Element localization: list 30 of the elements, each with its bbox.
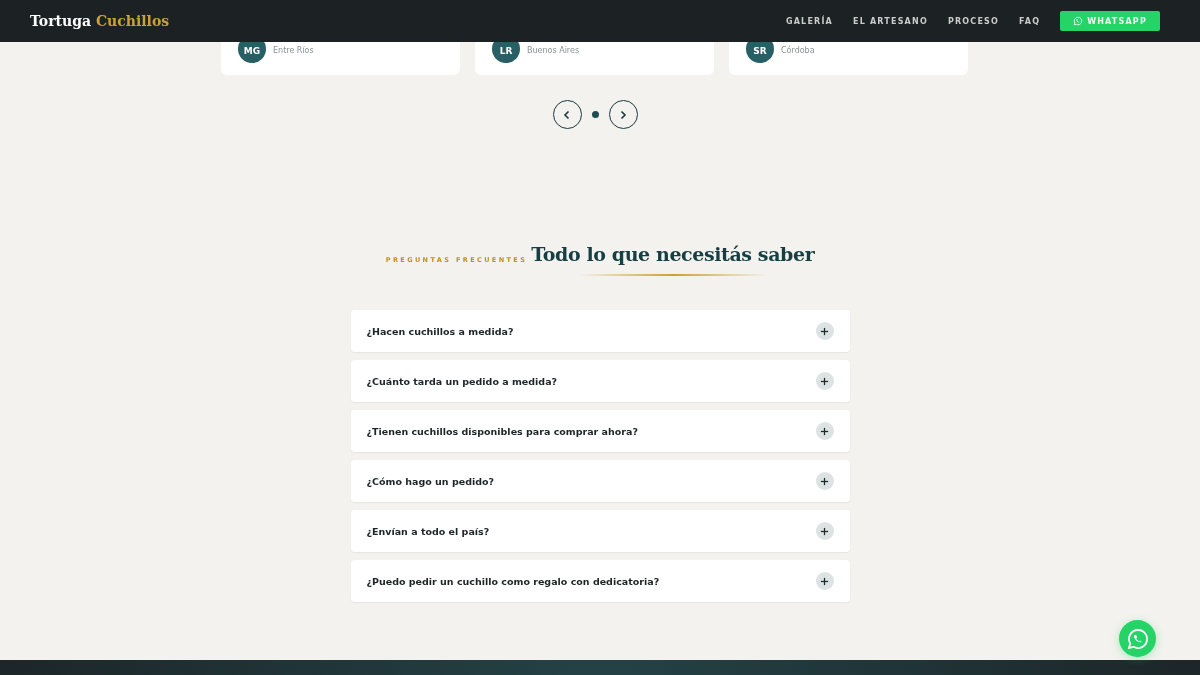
author-location: Buenos Aires bbox=[527, 46, 580, 55]
expand-icon[interactable] bbox=[815, 372, 834, 390]
faq-question: ¿Puedo pedir un cuchillo como regalo con dedicatoria? bbox=[366, 575, 660, 587]
nav-link[interactable]: EL ARTESANO bbox=[853, 16, 928, 26]
faq-question: ¿Cuánto tarda un pedido a medida? bbox=[366, 375, 558, 387]
expand-icon[interactable] bbox=[815, 472, 834, 490]
faq-question: ¿Hacen cuchillos a medida? bbox=[366, 325, 514, 337]
expand-icon[interactable] bbox=[815, 422, 834, 440]
chat-bubble-icon bbox=[1125, 626, 1150, 651]
faq-item[interactable]: ¿Hacen cuchillos a medida? bbox=[350, 310, 850, 352]
chat-bubble-icon bbox=[1073, 16, 1084, 26]
author-location: Córdoba bbox=[781, 46, 815, 55]
section-title: Todo lo que necesitás saber bbox=[531, 242, 815, 267]
carousel-dot[interactable] bbox=[591, 111, 599, 118]
expand-icon[interactable] bbox=[815, 322, 834, 340]
author-location: Entre Ríos bbox=[273, 46, 314, 55]
faq-item[interactable]: ¿Tienen cuchillos disponibles para comprar ahora? bbox=[350, 410, 850, 452]
expand-icon[interactable] bbox=[815, 522, 834, 540]
nav-link[interactable]: GALERÍA bbox=[785, 16, 833, 26]
nav-link[interactable]: FAQ bbox=[1019, 16, 1041, 26]
brand-logo[interactable]: Tortuga Cuchillos bbox=[30, 13, 170, 29]
faq-question: ¿Cómo hago un pedido? bbox=[366, 475, 495, 487]
faq-item[interactable]: ¿Puedo pedir un cuchillo como regalo con dedicatoria? bbox=[350, 560, 850, 602]
nav-link[interactable]: PROCESO bbox=[947, 16, 1000, 26]
faq-item[interactable]: ¿Cuánto tarda un pedido a medida? bbox=[350, 360, 850, 402]
faq-question: ¿Envían a todo el país? bbox=[366, 525, 490, 537]
faq-item[interactable]: ¿Cómo hago un pedido? bbox=[350, 460, 850, 502]
faq-item[interactable]: ¿Envían a todo el país? bbox=[350, 510, 850, 552]
faq-question: ¿Tienen cuchillos disponibles para comprar ahora? bbox=[366, 425, 638, 437]
expand-icon[interactable] bbox=[815, 572, 834, 590]
